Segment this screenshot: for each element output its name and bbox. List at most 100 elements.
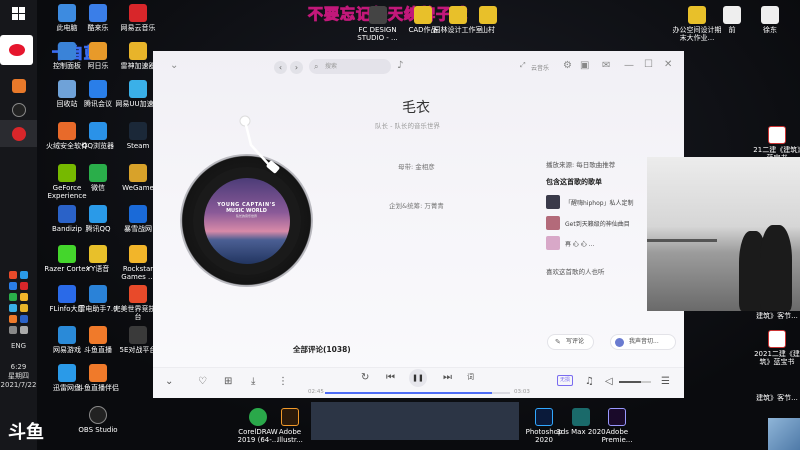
tray-icon[interactable] [20,293,28,301]
next-icon[interactable]: ⏭ [443,372,452,383]
tray-icon[interactable] [9,271,17,279]
play-source[interactable]: 播放来源: 每日歌曲推荐 [546,159,615,169]
playlist-label: 再 心 心 ... [565,241,595,248]
netease-music-icon [11,126,26,141]
volume-icon[interactable]: ◁ [605,376,613,387]
search-input[interactable]: ⌕ 搜索 [309,59,391,74]
desktop-icon-label: 腾讯会议 [84,100,112,108]
more-icon[interactable]: ⋮ [278,376,288,387]
desktop-icon-doc-2[interactable]: 建筑》客节... [752,312,800,320]
app-icon [129,164,147,182]
desktop-icon-fc-design[interactable]: FC DESIGN STUDIO - ... [350,6,405,42]
volume-slider[interactable] [619,381,651,383]
skin-icon[interactable]: ▣ [580,60,589,71]
desktop-icon-label: 微信 [91,184,105,192]
taskbar-app-steam[interactable] [0,96,37,123]
write-comment-button[interactable]: ✎ 写评论 [547,334,594,350]
volume-icon[interactable] [20,326,28,334]
chevron-down-icon[interactable]: ⌄ [170,60,178,71]
desktop-icon[interactable]: OBS Studio [73,406,123,434]
mic-icon[interactable]: ♪ [397,60,403,71]
tray-icon[interactable] [20,304,28,312]
gear-icon[interactable]: ⚙ [563,60,572,71]
tray-icon[interactable] [9,315,17,323]
desktop-icon-premiere[interactable]: Adobe Premie... [592,408,642,444]
friend-voice-button[interactable]: 我声音切... [610,334,676,350]
tray-icon[interactable] [9,282,17,290]
clock-time[interactable]: 6:29 [0,363,37,372]
desktop-icon-doc-4[interactable]: 建筑》客节... [752,394,800,402]
app-icon [89,364,107,382]
desktop-icon-shancun[interactable]: 山村 [468,6,508,34]
back-button[interactable]: ‹ [274,61,287,74]
desktop-icon-xudong[interactable]: 徐东 [750,6,790,34]
lyric-button[interactable]: 词 [467,372,474,382]
playlist-label: 「醒嗨hiphop」私人定制 [565,200,634,207]
playlist-item[interactable]: 「醒嗨hiphop」私人定制 [546,195,646,209]
app-icon [129,285,147,303]
desktop-icon-jian[interactable]: 前 [712,6,752,34]
input-language[interactable]: ENG [0,342,37,351]
tray-icon[interactable] [20,271,28,279]
previous-icon[interactable]: ⏮ [386,372,395,383]
taskbar-app-orange[interactable] [0,72,37,99]
platform-logo: 斗鱼 [8,422,44,443]
repeat-icon[interactable]: ↻ [361,372,369,383]
forward-button[interactable]: › [290,61,303,74]
desktop-icon-doc-3[interactable]: 2021二建《建筑》蓝宝书 [752,330,800,366]
playlists-header: 包含这首歌的歌单 [546,178,602,186]
playlist-queue-icon[interactable]: ☰ [661,376,670,387]
weibo-icon [0,35,33,65]
network-icon[interactable] [9,326,17,334]
desktop-icon-label: YY语音 [86,265,110,273]
taskbar-app-netease[interactable] [0,120,37,147]
close-icon[interactable]: ✕ [664,59,672,70]
coreldraw-icon [249,408,267,426]
desktop-icon-label: 雷电助手7.0 [78,305,118,313]
playlist-thumbnail [546,236,560,250]
file-icon [723,6,741,24]
corner-thumbnail[interactable] [768,418,800,450]
desktop-icon[interactable]: 网易云音乐 [113,4,163,32]
effect-icon[interactable]: ♫ [585,376,594,387]
clock-weekday: 星期四 [8,372,29,380]
desktop-icon[interactable]: 斗鱼直播伴侣 [73,364,123,392]
tray-icon[interactable] [9,304,17,312]
song-artist-album[interactable]: 队长 - 队长的音乐世界 [375,120,440,130]
music-player-window: ⌄ ‹ › ⌕ 搜索 ♪ ⤢ 云音乐 ⚙ ▣ ✉ — ☐ ✕ YOUNG CAP… [153,51,684,398]
playlist-thumbnail [546,216,560,230]
tray-icon[interactable] [20,315,28,323]
progress-bar[interactable] [325,392,510,394]
playlist-thumbnail [546,195,560,209]
time-current: 02:45 [308,389,324,395]
desktop-icon-label: 雷神加速器 [120,62,156,70]
download-icon[interactable]: ⤓ [251,376,255,387]
tray-icon[interactable] [20,282,28,290]
desktop-icon-label: 斗鱼直播伴侣 [77,384,119,392]
start-button[interactable] [0,0,37,27]
maximize-icon[interactable]: ☐ [644,59,653,70]
quality-badge[interactable]: 无损 [557,375,573,386]
message-icon[interactable]: ✉ [602,60,610,71]
comments-title: 全部评论(1038) [293,345,351,354]
steam-icon [11,102,26,117]
credit-line: 母带: 金相彦 [398,163,435,171]
tray-icon[interactable] [9,293,17,301]
expand-icon[interactable]: ⤢ [520,61,526,70]
folder-icon [414,6,432,24]
app-icon [129,4,147,22]
topbar-right-label[interactable]: 云音乐 [531,63,549,72]
playlist-item[interactable]: Get到天籁级的神仙曲目 [546,216,646,230]
app-icon [89,326,107,344]
minimize-icon[interactable]: — [624,60,634,71]
heart-icon[interactable]: ♡ [198,376,207,387]
app-icon [89,122,107,140]
add-to-playlist-icon[interactable]: ⊞ [224,376,232,387]
credit-line: 企划&统筹: 万菁青 [389,202,444,210]
chevron-down-icon[interactable]: ⌄ [165,376,173,387]
folder-icon [368,6,387,24]
desktop-icon-label: OBS Studio [78,426,118,434]
pause-button[interactable]: ❚❚ [409,369,427,387]
playlist-item[interactable]: 再 心 心 ... [546,236,646,250]
desktop-icon-illustrator[interactable]: Adobe Illustr... [270,408,310,444]
